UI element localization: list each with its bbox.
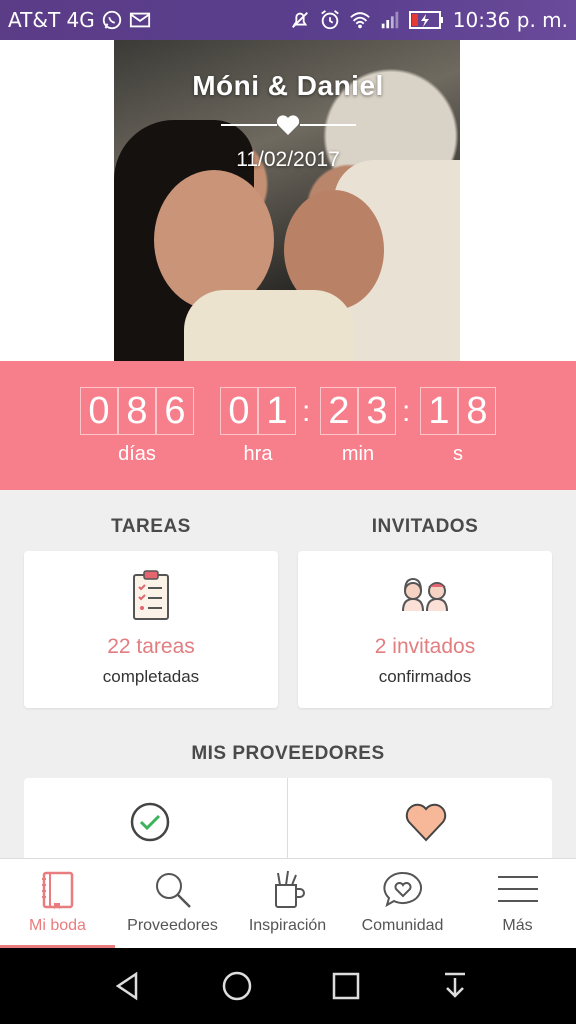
nav-label: Comunidad xyxy=(361,917,444,934)
hours-digit: 0 xyxy=(220,387,258,435)
nav-item-inspiracion[interactable]: Inspiración xyxy=(230,859,345,949)
days-label: días xyxy=(118,443,156,465)
minutes-label: min xyxy=(341,443,375,465)
pencil-cup-icon xyxy=(266,869,310,911)
providers-divider xyxy=(287,778,288,860)
title-divider-right xyxy=(300,124,356,126)
status-bar: AT&T 4G 10:36 p. m. xyxy=(0,0,576,40)
chat-heart-icon xyxy=(381,869,425,911)
tasks-count: 22 tareas xyxy=(107,635,195,658)
mail-icon xyxy=(129,9,151,31)
guests-couple-icon xyxy=(397,567,453,623)
seconds-digit: 1 xyxy=(420,387,458,435)
clock-time: 10:36 p. m. xyxy=(452,8,568,32)
carrier-label: AT&T 4G xyxy=(8,8,95,32)
menu-icon xyxy=(496,869,540,911)
wifi-icon xyxy=(349,9,371,31)
days-digit: 6 xyxy=(156,387,194,435)
system-navigation-bar xyxy=(0,948,576,1024)
providers-title: MIS PROVEEDORES xyxy=(191,743,385,764)
hours-digit: 1 xyxy=(258,387,296,435)
bottom-navigation: Mi boda Proveedores Inspiración Comunida… xyxy=(0,858,576,949)
signal-icon xyxy=(379,9,401,31)
days-digit: 8 xyxy=(118,387,156,435)
title-divider-left xyxy=(221,124,277,126)
colon-separator: : xyxy=(302,395,311,428)
nav-label: Más xyxy=(502,917,533,934)
wedding-countdown: 0 8 6 0 1 : 2 3 : 1 8 días hra min s xyxy=(0,361,576,490)
couple-hero: Móni & Daniel 11/02/2017 xyxy=(0,40,576,361)
guests-card[interactable]: 2 invitados confirmados xyxy=(298,551,552,708)
countdown-seconds: 1 8 xyxy=(420,387,496,435)
nav-label: Mi boda xyxy=(29,917,86,934)
back-icon[interactable] xyxy=(110,968,146,1004)
check-circle-icon[interactable] xyxy=(128,800,172,844)
nav-item-comunidad[interactable]: Comunidad xyxy=(345,859,460,949)
seconds-digit: 8 xyxy=(458,387,496,435)
battery-charging-icon xyxy=(408,9,445,31)
nav-label: Proveedores xyxy=(127,917,218,934)
wedding-date: 11/02/2017 xyxy=(236,148,340,171)
home-icon[interactable] xyxy=(219,968,255,1004)
guests-subtitle: confirmados xyxy=(378,667,472,686)
nav-item-mi-boda[interactable]: Mi boda xyxy=(0,859,115,949)
heart-icon[interactable] xyxy=(404,800,448,844)
notifications-pull-icon[interactable] xyxy=(437,968,473,1004)
providers-card xyxy=(24,778,552,860)
recents-icon[interactable] xyxy=(328,968,364,1004)
notebook-icon xyxy=(36,869,80,911)
clipboard-checklist-icon xyxy=(123,567,179,623)
search-icon xyxy=(151,869,195,911)
countdown-hours: 0 1 xyxy=(220,387,296,435)
tasks-subtitle: completadas xyxy=(102,667,200,686)
tasks-card[interactable]: 22 tareas completadas xyxy=(24,551,278,708)
nav-label: Inspiración xyxy=(248,917,327,934)
minutes-digit: 2 xyxy=(320,387,358,435)
hours-label: hra xyxy=(243,443,273,465)
nav-item-proveedores[interactable]: Proveedores xyxy=(115,859,230,949)
days-digit: 0 xyxy=(80,387,118,435)
countdown-minutes: 2 3 xyxy=(320,387,396,435)
seconds-label: s xyxy=(453,443,463,465)
alarm-icon xyxy=(319,9,341,31)
tasks-title: TAREAS xyxy=(111,516,191,537)
minutes-digit: 3 xyxy=(358,387,396,435)
guests-count: 2 invitados xyxy=(374,635,476,658)
countdown-days: 0 8 6 xyxy=(80,387,194,435)
couple-names: Móni & Daniel xyxy=(192,70,384,101)
mute-icon xyxy=(289,9,311,31)
colon-separator: : xyxy=(402,395,411,428)
guests-title: INVITADOS xyxy=(371,516,479,537)
heart-icon xyxy=(276,114,300,136)
whatsapp-icon xyxy=(101,9,123,31)
nav-item-mas[interactable]: Más xyxy=(460,859,575,949)
